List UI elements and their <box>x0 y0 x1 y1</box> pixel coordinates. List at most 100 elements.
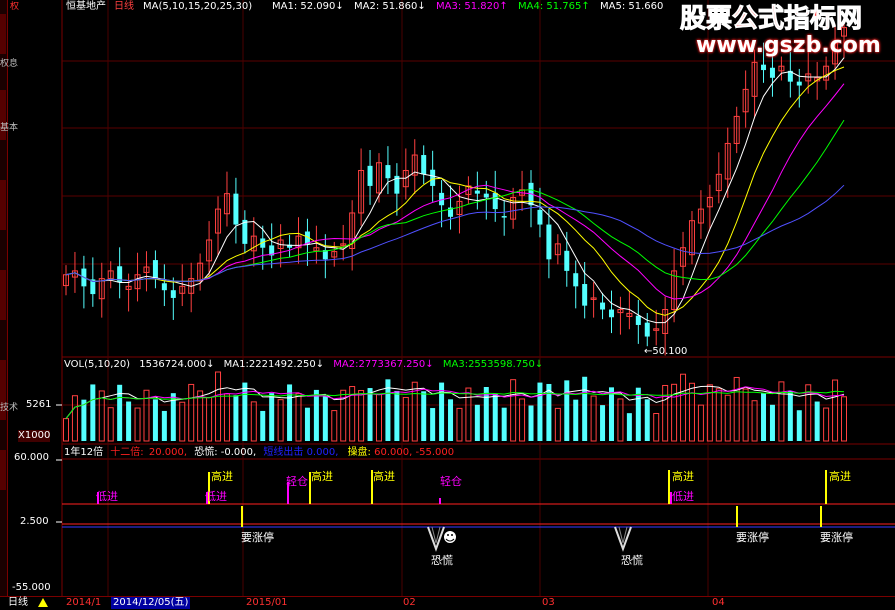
volume-bar-up <box>653 413 660 442</box>
volume-bar-down <box>644 399 650 441</box>
volume-bar-down <box>242 382 248 441</box>
volume-bar-up <box>751 400 758 442</box>
volume-bar-down <box>546 383 552 441</box>
volume-bar-down <box>501 407 507 441</box>
ma-value-1: MA1: 52.090↓ <box>272 1 344 12</box>
smiley-eye-right <box>451 534 453 536</box>
volume-bar-up <box>724 394 731 442</box>
candle-body-down <box>161 283 167 291</box>
volume-bar-down <box>126 401 132 441</box>
candle-body-down <box>483 193 489 198</box>
volume-bar-down <box>367 388 373 441</box>
candle-body-down <box>492 192 498 210</box>
period-label: 日线 <box>114 1 134 12</box>
signal-label-14: 恐慌 <box>621 554 643 567</box>
volume-bar-up <box>823 407 830 442</box>
volume-bar-up <box>71 395 78 442</box>
volume-bar-up <box>223 393 230 442</box>
volume-bar-up <box>402 396 409 442</box>
volume-bar-up <box>680 373 687 442</box>
ma-value-2: MA2: 51.860↓ <box>354 1 426 12</box>
top-left-tag: 权 <box>10 2 20 12</box>
date-label-3: 02 <box>403 597 416 608</box>
volume-bar-down <box>421 391 427 441</box>
candle-body-down <box>644 322 650 337</box>
sidebar-label-2[interactable]: 基本 <box>0 122 18 134</box>
candle-body-down <box>421 155 427 175</box>
volume-bar-down <box>439 382 445 441</box>
selected-date[interactable]: 2014/12/05(五) <box>111 597 191 609</box>
candle-body-down <box>582 284 588 306</box>
date-label-2: 2015/01 <box>246 597 288 608</box>
volume-bar-up <box>590 395 597 442</box>
signal-label-0: 低进 <box>96 490 118 503</box>
candle-body-down <box>761 64 767 71</box>
volume-bar-up <box>733 376 740 442</box>
volume-bar-up <box>197 390 204 442</box>
volume-bar-up <box>107 407 114 442</box>
volume-bar-down <box>626 413 632 441</box>
stock-name: 恒基地产 <box>66 1 106 12</box>
volume-bar-down <box>582 376 588 441</box>
indicator-header: 1年12倍 十二倍: 20.000, 恐慌: -0.000, 短线出击 0.00… <box>64 447 455 458</box>
signal-label-6: 轻仓 <box>440 475 462 488</box>
triangle-up-icon[interactable] <box>38 598 48 607</box>
signal-label-9: 高进 <box>829 470 851 483</box>
candle-body-down <box>600 302 606 310</box>
volume-bar-down <box>233 395 239 441</box>
date-label-5: 04 <box>712 597 725 608</box>
volume-bar-down <box>430 408 436 441</box>
candle-body-down <box>385 165 391 179</box>
volume-bar-up <box>63 418 69 442</box>
volume-bar-up <box>697 404 704 442</box>
volume-bar-up <box>554 407 561 442</box>
volume-bar-down <box>796 410 802 441</box>
candle-body-down <box>233 193 239 225</box>
volume-bar-up <box>841 396 847 442</box>
signal-label-1: 高进 <box>211 470 233 483</box>
date-label-4: 03 <box>542 597 555 608</box>
volume-bar-down <box>448 399 454 441</box>
volume-bar-up <box>179 401 186 442</box>
sidebar-label-1[interactable]: 权息 <box>0 58 18 70</box>
signal-label-5: 高进 <box>373 470 395 483</box>
panic-v-marker-0 <box>427 526 445 552</box>
volume-bar-down <box>474 404 480 441</box>
volume-bar-up <box>742 388 749 442</box>
signal-label-2: 低进 <box>205 490 227 503</box>
signal-label-13: 恐慌 <box>431 554 453 567</box>
volume-bar-up <box>134 407 141 442</box>
volume-axis-label: 5261 <box>26 399 52 410</box>
indicator-axis-top: 60.000 <box>14 452 49 463</box>
volume-bar-down <box>769 404 775 441</box>
volume-unit-label: X1000 <box>18 430 51 442</box>
signal-label-3: 轻仓 <box>286 475 308 488</box>
volume-bar-up <box>832 379 839 442</box>
smiley-eye-left <box>447 534 449 536</box>
signal-label-11: 要涨停 <box>736 531 769 544</box>
candle-body-down <box>564 250 570 271</box>
volume-bar-down <box>814 401 820 441</box>
volume-bar-down <box>492 393 498 441</box>
candle-body-down <box>501 216 507 218</box>
volume-bar-up <box>671 383 678 442</box>
signal-label-8: 低进 <box>672 490 694 503</box>
volume-bar-up <box>331 410 338 442</box>
volume-bar-up <box>277 399 284 442</box>
candle-body-down <box>474 190 480 194</box>
volume-bar-up <box>215 371 222 442</box>
volume-bar-down <box>564 380 570 441</box>
sidebar-label-3[interactable]: 技术 <box>0 402 18 414</box>
volume-bar-up <box>206 396 213 442</box>
volume-bar-down <box>322 396 328 441</box>
watermark-url: www.gszb.com <box>696 33 881 58</box>
volume-bar-down <box>81 399 87 441</box>
candle-body-down <box>769 67 775 78</box>
volume-bar-up <box>510 379 517 442</box>
candle-body-down <box>573 273 579 287</box>
candle-body-down <box>367 165 373 186</box>
period-tab[interactable]: 日线 <box>8 597 28 609</box>
candle-body-down <box>537 209 543 225</box>
ma-value-3: MA3: 51.820↑ <box>436 1 508 12</box>
candle-body-down <box>608 309 614 318</box>
